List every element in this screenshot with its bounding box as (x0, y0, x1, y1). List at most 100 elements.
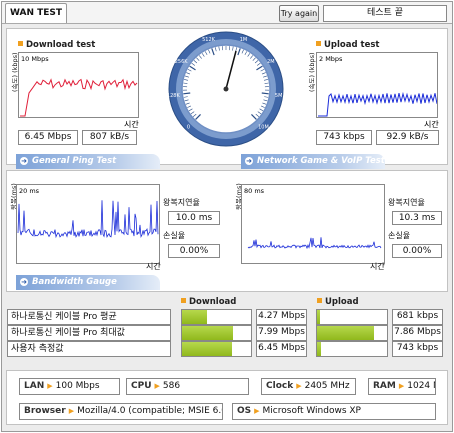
game-plot (247, 237, 382, 250)
lan-info: LAN ▶ 100 Mbps (19, 378, 120, 395)
ping-chart: 20 ms (16, 184, 160, 264)
download-bar-fill (182, 326, 234, 340)
general-ping-banner: ➜ General Ping Test (16, 154, 160, 169)
triangle-right-icon: ▶ (68, 407, 75, 415)
triangle-right-icon: ▶ (47, 382, 53, 390)
upload-test-heading: Upload test (316, 40, 379, 50)
os-label: OS (237, 406, 252, 416)
bullet-icon (18, 41, 23, 46)
bandwidth-row-label: 하나로통신 케이블 Pro 최대값 (7, 325, 171, 341)
game-rtt-label: 왕복지연율 (388, 198, 425, 207)
tab-wan-test[interactable]: WAN TEST (5, 3, 67, 23)
bullet-icon (316, 41, 321, 46)
arrow-right-icon: ➜ (245, 157, 253, 165)
download-bar-value: 4.27 Mbps (256, 309, 307, 325)
clock-info: Clock ▶ 2405 MHz (261, 378, 356, 395)
bandwidth-gauge-banner: ➜ Bandwidth Gauge (16, 275, 160, 290)
gauge-scale-label: 256K (175, 59, 189, 65)
gauge-scale-label: 512K (202, 37, 216, 43)
ram-label: RAM (373, 381, 396, 391)
cpu-value: 586 (162, 381, 181, 391)
try-again-button[interactable]: Try again (279, 5, 319, 22)
download-bar (181, 341, 252, 357)
download-rate-value: 807 kB/s (82, 130, 137, 145)
game-loss-value: 0.00% (392, 244, 442, 258)
ping-rtt-value: 10.0 ms (168, 211, 220, 225)
bandwidth-upload-header: Upload (317, 297, 359, 307)
upload-speed-value: 743 kbps (316, 130, 372, 145)
upload-test-title: Upload test (324, 40, 380, 50)
status-display: 테스트 끝 (323, 5, 447, 22)
ram-value: 1024 MB (407, 381, 435, 391)
ping-x-label: 시간 (146, 262, 161, 271)
download-series-line (20, 78, 138, 117)
bandwidth-gauge-title: Bandwidth Gauge (32, 277, 117, 287)
upload-header-label: Upload (325, 297, 359, 307)
download-bar-value: 7.99 Mbps (256, 325, 307, 341)
bandwidth-row-label: 하나로통신 케이블 Pro 평균 (7, 309, 171, 325)
clock-value: 2405 MHz (304, 381, 350, 391)
download-test-title: Download test (26, 40, 96, 50)
upload-bar-fill (317, 310, 320, 324)
game-rtt-value: 10.3 ms (392, 211, 442, 225)
ping-loss-label: 손실율 (163, 231, 186, 240)
gauge-tick (183, 92, 191, 95)
gauge-scale-label: 1M (240, 37, 248, 43)
upload-scale-label: 2 Mbps (319, 55, 343, 63)
arrow-right-icon: ➜ (20, 278, 28, 286)
upload-series-line (318, 91, 438, 117)
triangle-right-icon: ▶ (296, 382, 302, 390)
bandwidth-row-label: 사용자 측정값 (7, 341, 171, 357)
arrow-right-icon: ➜ (20, 157, 28, 165)
gauge-scale-label: 2M (267, 59, 275, 65)
gauge-scale-label: 128K (168, 93, 180, 99)
ping-scale-label: 20 ms (19, 187, 40, 195)
upload-bar (316, 325, 388, 341)
download-bar-fill (182, 310, 207, 324)
upload-rate-value: 92.9 kB/s (376, 130, 439, 145)
ping-series-line (17, 200, 159, 239)
download-x-label: 시간 (124, 120, 139, 129)
game-series-line (247, 237, 382, 250)
download-speed-value: 6.45 Mbps (18, 130, 78, 145)
game-chart: 80 ms (241, 184, 385, 264)
triangle-right-icon: ▶ (398, 382, 405, 390)
upload-bar-value: 7.86 Mbps (392, 325, 443, 341)
game-voip-banner: ➜ Network Game & VoIP Test (241, 154, 385, 169)
upload-bar-fill (317, 326, 375, 340)
download-bar (181, 309, 252, 325)
lan-label: LAN (24, 381, 45, 391)
general-ping-title: General Ping Test (32, 156, 117, 166)
upload-bar-value: 743 kbps (392, 341, 443, 357)
download-bar-fill (182, 342, 232, 356)
game-loss-label: 손실율 (388, 231, 411, 240)
os-value: Microsoft Windows XP (262, 406, 361, 416)
download-header-label: Download (189, 297, 237, 307)
triangle-right-icon: ▶ (254, 407, 260, 415)
game-x-label: 시간 (370, 262, 385, 271)
gauge-hub (223, 86, 229, 92)
cpu-info: CPU ▶ 586 (126, 378, 249, 395)
bullet-icon (317, 298, 322, 303)
gauge-scale-label: 5M (275, 93, 283, 99)
upload-bar-value: 681 kbps (392, 309, 443, 325)
lan-value: 100 Mbps (55, 381, 100, 391)
ping-rtt-label: 왕복지연율 (163, 198, 200, 207)
upload-bar-fill (317, 342, 321, 356)
ping-loss-value: 0.00% (168, 244, 220, 258)
ram-info: RAM▶1024 MB (368, 378, 436, 395)
speed-gauge: 0 128K 256K 512K 1M 2M 5M 10M (168, 31, 284, 147)
download-chart: 10 Mbps (18, 52, 139, 118)
gauge-tick (261, 92, 269, 95)
os-info: OS ▶ Microsoft Windows XP (232, 403, 436, 420)
upload-y-label: (속도) (kbps) (308, 52, 316, 92)
clock-label: Clock (266, 381, 294, 391)
gauge-scale-label: 10M (258, 124, 269, 130)
ping-plot (17, 200, 159, 239)
upload-bar (316, 309, 388, 325)
bullet-icon (181, 298, 186, 303)
upload-bar (316, 341, 388, 357)
triangle-right-icon: ▶ (154, 382, 160, 390)
upload-x-label: 시간 (424, 120, 439, 129)
cpu-label: CPU (131, 381, 152, 391)
